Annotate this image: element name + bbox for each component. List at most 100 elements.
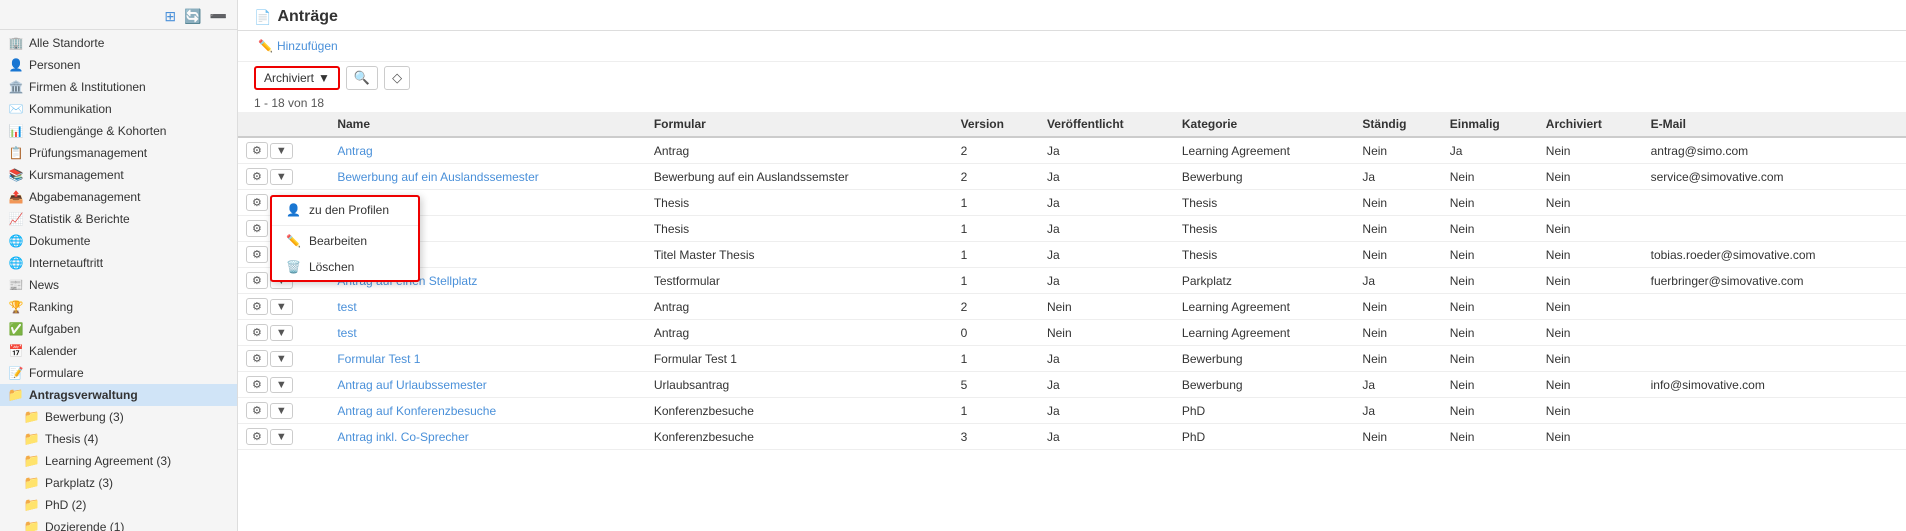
row-veroeffentlicht: Ja [1039, 346, 1174, 372]
ctx-bearbeiten[interactable]: ✏️ Bearbeiten [272, 228, 418, 254]
row-name[interactable]: test [329, 320, 645, 346]
form-icon: 📝 [8, 365, 24, 381]
row-name[interactable]: Antrag [329, 137, 645, 164]
row-name[interactable]: Antrag auf Konferenzbesuche [329, 398, 645, 424]
arrow-dropdown-button[interactable]: ▼ [270, 351, 293, 367]
arrow-dropdown-button[interactable]: ▼ [270, 325, 293, 341]
row-actions-cell: ⚙ ▼ [238, 320, 329, 346]
add-button[interactable]: ✏️ Hinzufügen [254, 37, 342, 55]
sidebar-item-pruefungsmanagement[interactable]: 📋 Prüfungsmanagement [0, 142, 237, 164]
gear-button[interactable]: ⚙ [246, 194, 268, 211]
sidebar-item-alle-standorte[interactable]: 🏢 Alle Standorte [0, 32, 237, 54]
sidebar-item-learning-agreement[interactable]: 📁 Learning Agreement (3) [0, 450, 237, 472]
row-archiviert: Nein [1538, 346, 1643, 372]
sidebar-item-firmen[interactable]: 🏛️ Firmen & Institutionen [0, 76, 237, 98]
sidebar-item-thesis[interactable]: 📁 Thesis (4) [0, 428, 237, 450]
sidebar-sub-label: Parkplatz (3) [45, 476, 113, 490]
arrow-dropdown-button[interactable]: ▼ [270, 143, 293, 159]
gear-button[interactable]: ⚙ [246, 168, 268, 185]
row-actions-cell: ⚙ ▼ [238, 294, 329, 320]
ctx-loeschen[interactable]: 🗑️ Löschen [272, 254, 418, 280]
arrow-dropdown-button[interactable]: ▼ [270, 403, 293, 419]
sidebar-label: Personen [29, 58, 80, 72]
sidebar-item-studiengaenge[interactable]: 📊 Studiengänge & Kohorten [0, 120, 237, 142]
search-button[interactable]: 🔍 [346, 66, 378, 90]
row-staendig: Ja [1354, 164, 1441, 190]
table-row: ⚙ ▼ Bewerbung auf ein Auslandssemester B… [238, 164, 1906, 190]
col-archiviert: Archiviert [1538, 112, 1643, 137]
row-archiviert: Nein [1538, 320, 1643, 346]
folder-sub-icon: 📁 [24, 409, 40, 425]
sidebar-item-formulare[interactable]: 📝 Formulare [0, 362, 237, 384]
institution-icon: 🏛️ [8, 79, 24, 95]
row-actions: ⚙ ▼ [246, 350, 321, 367]
row-einmalig: Ja [1442, 137, 1538, 164]
sidebar-item-internetauftritt[interactable]: 🌐 Internetauftritt [0, 252, 237, 274]
sidebar-item-dokumente[interactable]: 🌐 Dokumente [0, 230, 237, 252]
arrow-dropdown-button[interactable]: ▼ [270, 299, 293, 315]
gear-button[interactable]: ⚙ [246, 246, 268, 263]
sidebar-item-kursmanagement[interactable]: 📚 Kursmanagement [0, 164, 237, 186]
sidebar-label: Kommunikation [29, 102, 112, 116]
row-version: 1 [953, 268, 1039, 294]
sidebar-item-abgabemanagement[interactable]: 📤 Abgabemanagement [0, 186, 237, 208]
reset-filter-button[interactable]: ◇ [384, 66, 410, 90]
row-kategorie: Bewerbung [1174, 164, 1355, 190]
row-actions-cell: ⚙ ▼ [238, 346, 329, 372]
gear-button[interactable]: ⚙ [246, 428, 268, 445]
row-name[interactable]: Antrag inkl. Co-Sprecher [329, 424, 645, 450]
ctx-zu-den-profilen[interactable]: 👤 zu den Profilen [272, 197, 418, 223]
arrow-dropdown-button[interactable]: ▼ [270, 429, 293, 445]
row-version: 5 [953, 372, 1039, 398]
row-version: 1 [953, 398, 1039, 424]
sidebar-icon-1[interactable]: ⊞ [162, 7, 178, 26]
sidebar-item-bewerbung[interactable]: 📁 Bewerbung (3) [0, 406, 237, 428]
gear-button[interactable]: ⚙ [246, 402, 268, 419]
chart-icon: 📊 [8, 123, 24, 139]
gear-button[interactable]: ⚙ [246, 220, 268, 237]
row-name[interactable]: test [329, 294, 645, 320]
arrow-dropdown-button[interactable]: ▼ [270, 169, 293, 185]
row-actions-cell: ⚙ ▼ [238, 424, 329, 450]
row-veroeffentlicht: Ja [1039, 268, 1174, 294]
sidebar-icon-2[interactable]: 🔄 [182, 7, 203, 26]
row-einmalig: Nein [1442, 294, 1538, 320]
row-name[interactable]: Formular Test 1 [329, 346, 645, 372]
gear-button[interactable]: ⚙ [246, 324, 268, 341]
sidebar-item-ranking[interactable]: 🏆 Ranking [0, 296, 237, 318]
row-archiviert: Nein [1538, 268, 1643, 294]
sidebar-item-aufgaben[interactable]: ✅ Aufgaben [0, 318, 237, 340]
row-version: 1 [953, 346, 1039, 372]
sidebar-item-kommunikation[interactable]: ✉️ Kommunikation [0, 98, 237, 120]
row-name[interactable]: Bewerbung auf ein Auslandssemester [329, 164, 645, 190]
sidebar-item-personen[interactable]: 👤 Personen [0, 54, 237, 76]
gear-button[interactable]: ⚙ [246, 298, 268, 315]
gear-button[interactable]: ⚙ [246, 142, 268, 159]
row-email: service@simovative.com [1643, 164, 1906, 190]
sidebar-icon-3[interactable]: ➖ [208, 7, 229, 26]
table-row: ⚙ ▼ Antrag auf Konferenzbesuche Konferen… [238, 398, 1906, 424]
gear-button[interactable]: ⚙ [246, 350, 268, 367]
row-archiviert: Nein [1538, 242, 1643, 268]
sidebar-label: Firmen & Institutionen [29, 80, 146, 94]
arrow-dropdown-button[interactable]: ▼ [270, 377, 293, 393]
gear-button[interactable]: ⚙ [246, 376, 268, 393]
stats-icon: 📈 [8, 211, 24, 227]
row-staendig: Nein [1354, 346, 1441, 372]
sidebar-item-dozierende[interactable]: 📁 Dozierende (1) [0, 516, 237, 531]
row-version: 1 [953, 242, 1039, 268]
gear-button[interactable]: ⚙ [246, 272, 268, 289]
row-archiviert: Nein [1538, 398, 1643, 424]
sidebar-item-kalender[interactable]: 📅 Kalender [0, 340, 237, 362]
row-name[interactable]: Antrag auf Urlaubssemester [329, 372, 645, 398]
col-version: Version [953, 112, 1039, 137]
building-icon: 🏢 [8, 35, 24, 51]
sidebar-item-antragsverwaltung[interactable]: 📁 Antragsverwaltung [0, 384, 237, 406]
sidebar-item-parkplatz[interactable]: 📁 Parkplatz (3) [0, 472, 237, 494]
filter-dropdown[interactable]: Archiviert ▼ [254, 66, 340, 90]
sidebar-label: Kursmanagement [29, 168, 124, 182]
row-einmalig: Nein [1442, 424, 1538, 450]
sidebar-item-statistik[interactable]: 📈 Statistik & Berichte [0, 208, 237, 230]
sidebar-item-news[interactable]: 📰 News [0, 274, 237, 296]
sidebar-item-phd[interactable]: 📁 PhD (2) [0, 494, 237, 516]
